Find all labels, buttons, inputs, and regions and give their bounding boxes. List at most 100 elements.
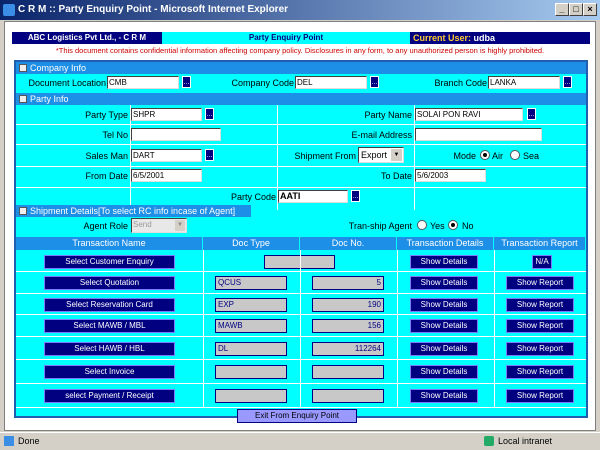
divider	[16, 187, 586, 188]
company-code-label: Company Code	[231, 78, 294, 88]
party-code-input[interactable]: AATI	[278, 190, 348, 203]
select-transaction-button[interactable]: Select HAWB / HBL	[44, 342, 175, 356]
party-type-input[interactable]: SHPR	[131, 108, 202, 121]
shipment-from-select[interactable]: Export ▼	[358, 147, 404, 163]
company-name: ABC Logistics Pvt Ltd., - C R M	[12, 32, 162, 44]
tranship-yes-radio[interactable]	[417, 220, 427, 230]
show-report-button[interactable]: Show Report	[506, 365, 574, 379]
branch-code-input[interactable]: LANKA	[488, 76, 560, 89]
doc-no-field[interactable]	[312, 365, 384, 379]
doc-type-field[interactable]: DL	[215, 342, 287, 356]
mode-air-radio[interactable]	[480, 150, 490, 160]
branch-code-label: Branch Code	[434, 78, 487, 88]
shipment-from-value: Export	[361, 150, 388, 160]
party-name-lookup-button[interactable]: ...	[527, 108, 536, 120]
tranship-no-label: No	[462, 221, 474, 231]
select-transaction-button[interactable]: select Payment / Receipt	[44, 389, 175, 403]
column-header: Doc Type	[203, 237, 300, 250]
show-details-button[interactable]: Show Details	[410, 319, 478, 333]
company-code-input[interactable]: DEL	[295, 76, 367, 89]
agent-role-label: Agent Role	[83, 221, 128, 231]
company-info-header: Company Info	[16, 62, 586, 74]
mode-air-label: Air	[492, 151, 503, 161]
show-details-button[interactable]: Show Details	[410, 389, 478, 403]
doc-type-field[interactable]: EXP	[215, 298, 287, 312]
column-header: Transaction Name	[16, 237, 203, 250]
show-details-button[interactable]: Show Details	[410, 365, 478, 379]
show-report-button[interactable]: Show Report	[506, 389, 574, 403]
to-date-input[interactable]: 5/6/2003	[415, 169, 486, 182]
doc-location-input[interactable]: CMB	[107, 76, 179, 89]
doc-location-lookup-button[interactable]: ...	[182, 76, 191, 88]
close-button[interactable]: ×	[583, 3, 597, 16]
show-details-button[interactable]: Show Details	[410, 255, 478, 269]
exit-enquiry-button[interactable]: Exit From Enquiry Point	[237, 409, 357, 423]
party-name-input[interactable]: SOLAI PON RAVI	[415, 108, 523, 121]
show-report-button[interactable]: Show Report	[506, 319, 574, 333]
column-header: Doc No.	[300, 237, 397, 250]
party-code-lookup-button[interactable]: ...	[351, 190, 360, 202]
maximize-button[interactable]: □	[569, 3, 583, 16]
doc-type-field[interactable]: MAWB	[215, 319, 287, 333]
show-report-button[interactable]: Show Report	[506, 342, 574, 356]
chevron-down-icon: ▼	[175, 220, 185, 231]
show-report-button[interactable]: Show Report	[506, 276, 574, 290]
tranship-agent-label: Tran-ship Agent	[348, 221, 412, 231]
tel-label: Tel No	[102, 130, 128, 140]
party-type-label: Party Type	[85, 110, 128, 120]
doc-no-field[interactable]: 190	[312, 298, 384, 312]
document-icon	[19, 95, 27, 103]
divider	[16, 359, 586, 360]
email-label: E-mail Address	[351, 130, 412, 140]
ie-icon	[3, 4, 15, 16]
doc-no-field[interactable]	[312, 389, 384, 403]
doc-no-field[interactable]: 156	[312, 319, 384, 333]
chevron-down-icon: ▼	[391, 149, 402, 161]
show-details-button[interactable]: Show Details	[410, 276, 478, 290]
divider	[16, 314, 586, 315]
window-title: C R M :: Party Enquiry Point - Microsoft…	[18, 4, 289, 15]
divider	[16, 383, 586, 384]
agent-role-select[interactable]: Send ▼	[131, 218, 187, 233]
intranet-icon	[484, 436, 494, 446]
minimize-button[interactable]: _	[555, 3, 569, 16]
tranship-yes-label: Yes	[430, 221, 445, 231]
party-type-lookup-button[interactable]: ...	[205, 108, 214, 120]
mode-sea-radio[interactable]	[510, 150, 520, 160]
doc-type-field[interactable]	[215, 389, 287, 403]
doc-no-field[interactable]: 112264	[312, 342, 384, 356]
doc-type-field[interactable]: QCUS	[215, 276, 287, 290]
divider	[16, 407, 586, 408]
doc-location-label: Document Location	[28, 78, 106, 88]
shipment-details-header: Shipment Details[To select RC info incas…	[16, 205, 251, 217]
tel-input[interactable]	[131, 128, 221, 141]
select-transaction-button[interactable]: Select Invoice	[44, 365, 175, 379]
to-date-label: To Date	[380, 171, 412, 181]
select-transaction-button[interactable]: Select Reservation Card	[44, 298, 175, 312]
party-info-header: Party Info	[16, 93, 586, 105]
doc-no-field[interactable]: 5	[312, 276, 384, 290]
select-transaction-button[interactable]: Select Customer Enquiry	[44, 255, 175, 269]
party-code-label: Party Code	[230, 192, 276, 202]
select-transaction-button[interactable]: Select Quotation	[44, 276, 175, 290]
show-details-button[interactable]: Show Details	[410, 298, 478, 312]
from-date-input[interactable]: 6/5/2001	[131, 169, 202, 182]
tranship-no-radio[interactable]	[448, 220, 458, 230]
user-label: Current User:	[413, 33, 472, 43]
divider	[16, 166, 586, 167]
branch-code-lookup-button[interactable]: ...	[563, 76, 572, 88]
divider	[16, 124, 586, 125]
divider	[203, 250, 204, 408]
document-icon	[19, 207, 27, 215]
email-input[interactable]	[415, 128, 542, 141]
sales-man-input[interactable]: DART	[131, 149, 202, 162]
company-code-lookup-button[interactable]: ...	[370, 76, 379, 88]
select-transaction-button[interactable]: Select MAWB / MBL	[44, 319, 175, 333]
show-report-button[interactable]: Show Report	[506, 298, 574, 312]
show-details-button[interactable]: Show Details	[410, 342, 478, 356]
section-title: Party Info	[30, 94, 69, 104]
mode-label: Mode	[453, 151, 476, 161]
sales-man-lookup-button[interactable]: ...	[205, 149, 214, 161]
doc-type-field[interactable]	[215, 365, 287, 379]
page-icon	[4, 436, 14, 446]
